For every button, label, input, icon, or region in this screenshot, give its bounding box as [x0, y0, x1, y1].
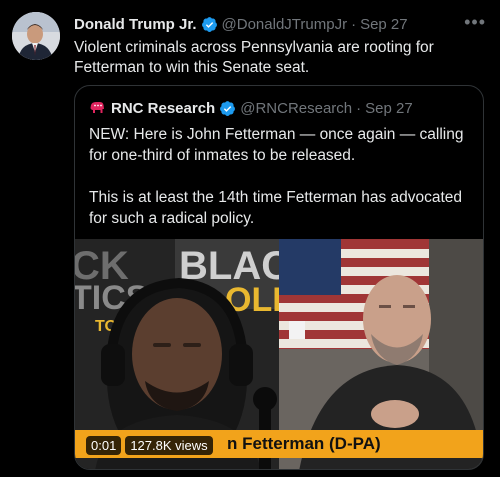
- quoted-tweet-header: RNC Research @RNCResearch · Sep 27: [89, 98, 473, 118]
- video-time: 0:01: [86, 436, 122, 455]
- quoted-author-handle[interactable]: @RNCResearch: [240, 100, 352, 117]
- quoted-tweet[interactable]: RNC Research @RNCResearch · Sep 27 NEW: …: [74, 85, 484, 470]
- tweet-date[interactable]: Sep 27: [360, 16, 408, 33]
- quoted-paragraph-2: This is at least the 14th time Fetterman…: [89, 189, 463, 227]
- video-views: 127.8K views: [125, 436, 213, 455]
- verified-badge-icon: [201, 16, 218, 33]
- tweet-text: Violent criminals across Pennsylvania ar…: [74, 39, 434, 76]
- author-handle[interactable]: @DonaldJTrumpJr: [222, 16, 348, 33]
- quoted-tweet-date[interactable]: Sep 27: [365, 100, 413, 117]
- quoted-author-name[interactable]: RNC Research: [111, 100, 215, 117]
- more-options-icon[interactable]: •••: [464, 12, 486, 33]
- quoted-tweet-text: NEW: Here is John Fetterman — once again…: [89, 124, 475, 229]
- rnc-elephant-icon: [89, 100, 105, 116]
- verified-badge-icon: [219, 100, 236, 117]
- author-avatar[interactable]: [12, 12, 60, 60]
- quoted-paragraph-1: NEW: Here is John Fetterman — once again…: [89, 126, 464, 164]
- header-separator: ·: [351, 15, 357, 33]
- quoted-header-separator: ·: [356, 99, 362, 117]
- tweet-header: Donald Trump Jr. @DonaldJTrumpJr · Sep 2…: [74, 14, 488, 34]
- author-name[interactable]: Donald Trump Jr.: [74, 16, 197, 33]
- video-player[interactable]: CK BLAC TICS OLI TOD n Fetterman (D-PA) …: [75, 239, 483, 469]
- video-meta: 0:01 127.8K views: [86, 436, 213, 455]
